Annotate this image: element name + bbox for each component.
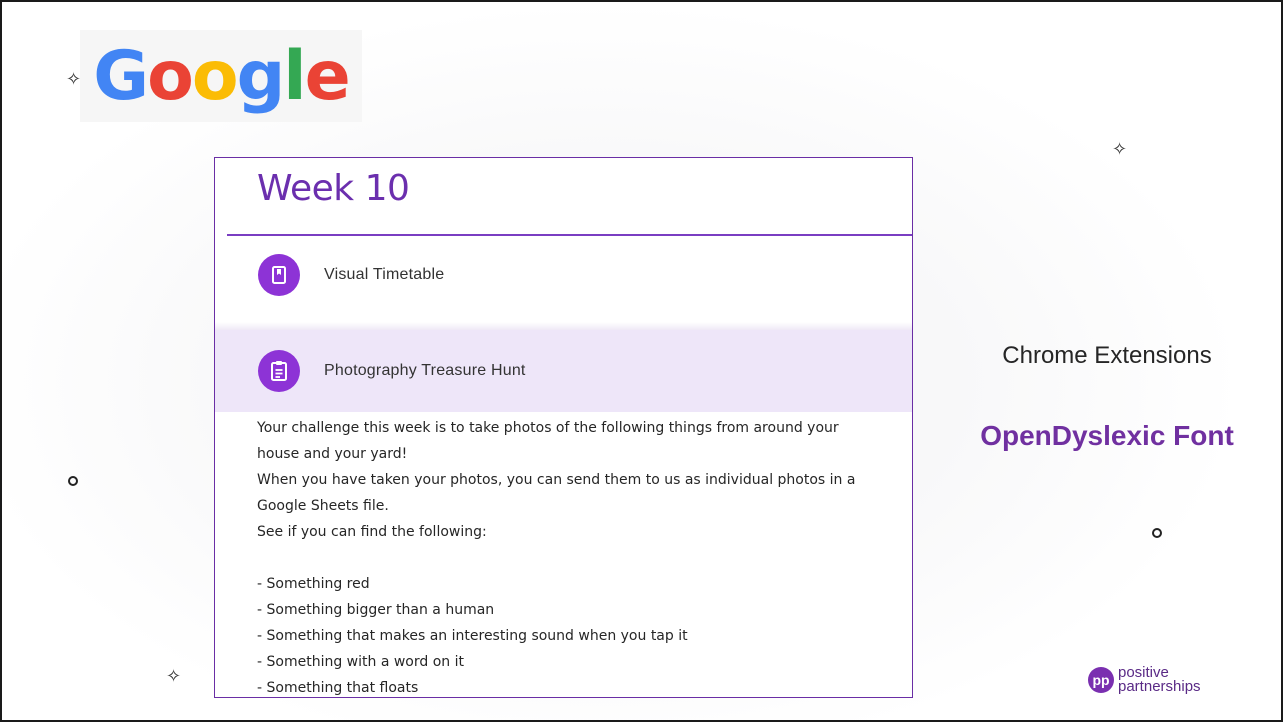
description-line: See if you can find the following: — [257, 524, 487, 540]
chrome-extensions-heading: Chrome Extensions — [1002, 342, 1212, 369]
description-line: When you have taken your photos, you can… — [257, 472, 856, 488]
description-line: house and your yard! — [257, 446, 408, 462]
week-title: Week 10 — [257, 168, 410, 209]
google-logo-letter: e — [304, 36, 351, 116]
brand-line-2: partnerships — [1118, 678, 1201, 695]
sparkle-icon: ✧ — [1112, 139, 1128, 159]
list-item: - Something with a word on it — [257, 654, 464, 670]
list-item: - Something that floats — [257, 680, 419, 696]
opendyslexic-font-title: OpenDyslexic Font — [980, 420, 1234, 451]
assignment-label: Photography Treasure Hunt — [324, 362, 526, 379]
brand-name: positive partnerships — [1118, 665, 1201, 695]
assignment-description: Your challenge this week is to take phot… — [257, 415, 897, 697]
google-logo-letter: g — [236, 36, 286, 116]
sparkle-icon: ✧ — [166, 666, 182, 686]
sparkle-icon: ✧ — [66, 69, 82, 89]
list-item: - Something that makes an interesting so… — [257, 628, 688, 644]
card-shadow — [215, 322, 912, 330]
list-item: - Something bigger than a human — [257, 602, 495, 618]
google-logo: Google — [80, 30, 362, 122]
description-line: Google Sheets file. — [257, 498, 389, 514]
book-icon — [258, 254, 300, 296]
positive-partnerships-logo: pp positive partnerships — [1088, 665, 1201, 695]
list-item: - Something red — [257, 576, 370, 592]
assignment-visual-timetable[interactable]: Visual Timetable — [215, 242, 912, 308]
clipboard-icon — [258, 350, 300, 392]
google-logo-letter: o — [191, 36, 239, 116]
assignment-label: Visual Timetable — [324, 266, 445, 283]
pp-logo-mark-icon: pp — [1088, 667, 1114, 693]
description-line: Your challenge this week is to take phot… — [257, 420, 839, 436]
google-logo-letter: l — [283, 36, 306, 116]
circle-decoration-icon — [1152, 528, 1162, 538]
assignment-photography-treasure-hunt[interactable]: Photography Treasure Hunt — [215, 330, 912, 412]
circle-decoration-icon — [68, 476, 78, 486]
google-logo-letter: G — [93, 36, 149, 116]
title-divider — [227, 234, 912, 236]
slide: ✧ ✧ ✧ Google Week 10 Visual Timetable Ph… — [0, 0, 1283, 722]
classroom-panel: Week 10 Visual Timetable Photography Tre… — [214, 157, 913, 698]
google-logo-letter: o — [147, 36, 194, 116]
